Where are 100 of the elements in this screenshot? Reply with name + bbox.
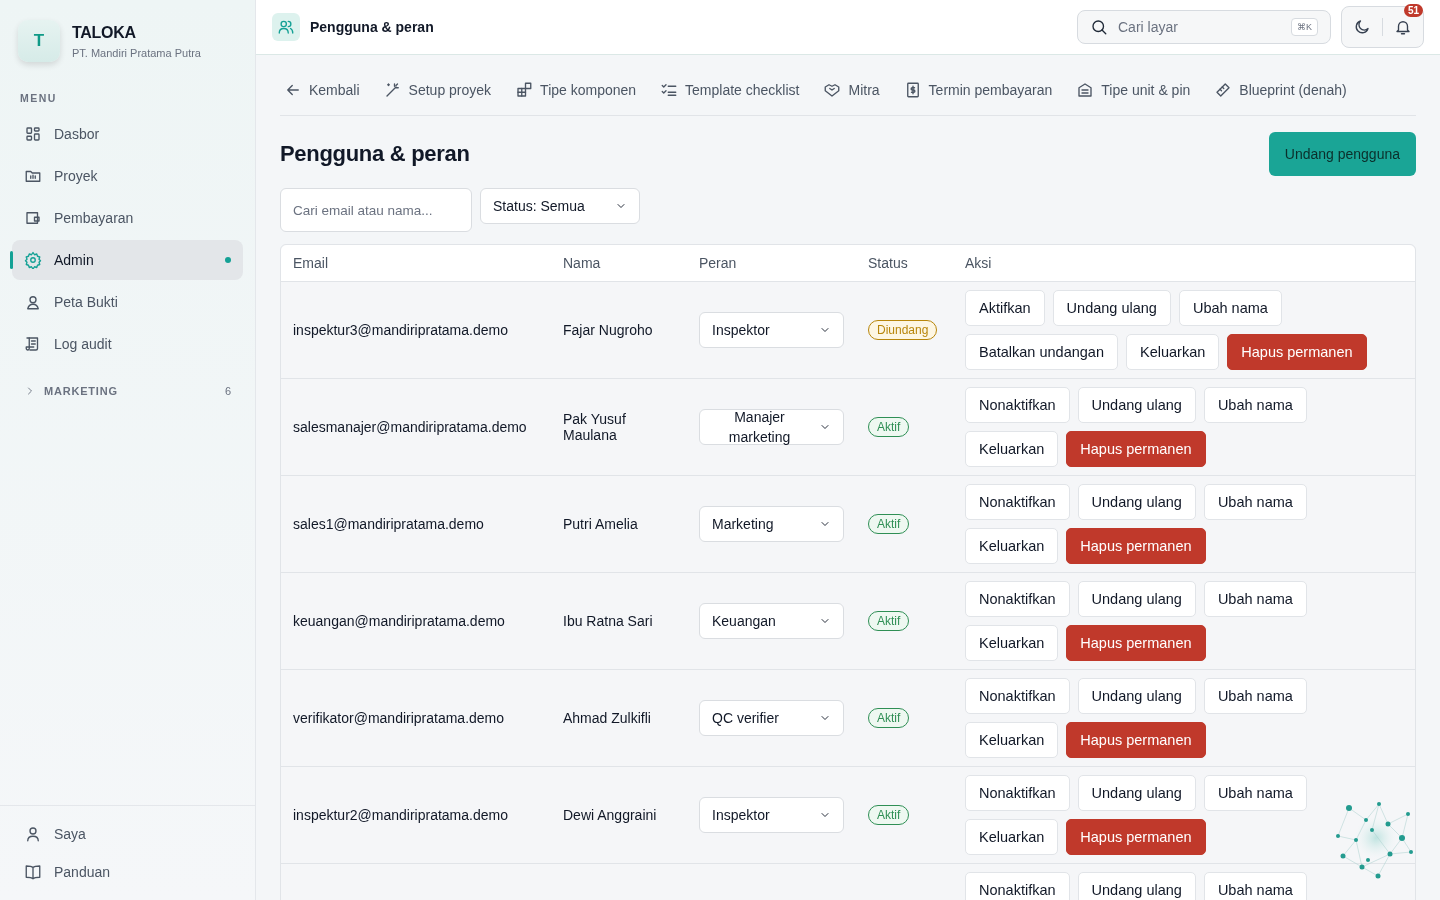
sidebar-item[interactable]: Proyek (12, 156, 243, 196)
delete-button[interactable]: Hapus permanen (1066, 625, 1206, 661)
action-button[interactable]: Keluarkan (965, 431, 1059, 467)
grid-icon (24, 125, 42, 143)
section-label: MENU (19, 91, 58, 106)
role-dropdown[interactable]: Manajer marketing (699, 409, 844, 445)
nav-link[interactable]: Tipe komponen (515, 81, 637, 99)
moon-icon (1353, 18, 1371, 36)
company-name: PT. Mandiri Pratama Putra (72, 46, 201, 59)
action-button[interactable]: Undang ulang (1077, 387, 1196, 423)
action-button[interactable]: Ubah nama (1203, 678, 1307, 714)
status-badge: Aktif (868, 708, 910, 728)
action-button[interactable]: Nonaktifkan (965, 872, 1070, 900)
sidebar-item[interactable]: Log audit (12, 324, 243, 364)
sidebar-item[interactable]: Pembayaran (12, 198, 243, 238)
wallet-icon (24, 209, 42, 227)
action-button[interactable]: Keluarkan (965, 528, 1059, 564)
role-dropdown[interactable]: Keuangan (699, 603, 844, 639)
email-cell: verifikator@mandiripratama.demo (293, 710, 505, 726)
users-glyph-icon (277, 18, 295, 36)
email-cell: inspektur2@mandiripratama.demo (293, 807, 508, 823)
action-button[interactable]: Nonaktifkan (965, 678, 1070, 714)
action-button[interactable]: Batalkan undangan (965, 334, 1118, 370)
sidebar-item[interactable]: Saya (12, 816, 243, 852)
nav-link[interactable]: Kembali (284, 81, 360, 99)
column-header: Email (292, 255, 329, 271)
nav-link[interactable]: Setup proyek (383, 81, 492, 99)
app-logo: T (18, 20, 60, 62)
role-dropdown[interactable]: Marketing (699, 506, 844, 542)
invite-button[interactable]: Undang pengguna (1268, 132, 1416, 176)
action-button[interactable]: Undang ulang (1077, 872, 1196, 900)
sidebar-item[interactable]: Admin (12, 240, 243, 280)
checklist-icon (660, 81, 679, 99)
action-button[interactable]: Ubah nama (1203, 387, 1307, 423)
nav-link[interactable]: Termin pembayaran (903, 81, 1053, 99)
nav-link[interactable]: Mitra (823, 81, 880, 99)
ruler-icon (1214, 81, 1233, 99)
notification-badge: 51 (1403, 4, 1423, 17)
action-button[interactable]: Undang ulang (1077, 775, 1196, 811)
name-cell: Pak Yusuf Maulana (563, 411, 626, 443)
name-cell: Putri Amelia (563, 516, 638, 532)
action-button[interactable]: Ubah nama (1203, 581, 1307, 617)
action-button[interactable]: Keluarkan (965, 625, 1059, 661)
action-button[interactable]: Nonaktifkan (965, 387, 1070, 423)
bell-icon (1394, 18, 1412, 36)
column-header: Nama (562, 255, 602, 271)
brand-name: TALOKA (72, 23, 137, 42)
action-button[interactable]: Undang ulang (1077, 678, 1196, 714)
sidebar-item[interactable]: Dasbor (12, 114, 243, 154)
nav-link[interactable]: Blueprint (denah) (1214, 81, 1347, 99)
blocks-icon (515, 81, 534, 99)
sidebar-item[interactable]: Peta Bukti (12, 282, 243, 322)
action-button[interactable]: Keluarkan (1126, 334, 1220, 370)
status-badge: Aktif (868, 611, 910, 631)
email-cell: sales1@mandiripratama.demo (293, 516, 484, 532)
role-dropdown[interactable]: QC verifier (699, 700, 844, 736)
action-button[interactable]: Undang ulang (1077, 581, 1196, 617)
gear-icon (24, 251, 42, 269)
sidebar-group[interactable]: MARKETING 6 (0, 376, 255, 406)
role-dropdown[interactable]: Inspektor (699, 797, 844, 833)
action-button[interactable]: Ubah nama (1203, 484, 1307, 520)
action-button[interactable]: Ubah nama (1203, 872, 1307, 900)
delete-button[interactable]: Hapus permanen (1066, 722, 1206, 758)
nav-link[interactable]: Tipe unit & pin (1076, 81, 1191, 99)
search-box[interactable]: Cari layar ⌘K (1077, 10, 1331, 44)
delete-button[interactable]: Hapus permanen (1066, 431, 1206, 467)
book-icon (24, 863, 42, 881)
email-cell: salesmanajer@mandiripratama.demo (293, 419, 527, 435)
action-button[interactable]: Ubah nama (1178, 290, 1282, 326)
action-button[interactable]: Nonaktifkan (965, 484, 1070, 520)
person-icon (24, 825, 42, 843)
action-button[interactable]: Keluarkan (965, 819, 1059, 855)
delete-button[interactable]: Hapus permanen (1066, 528, 1206, 564)
status-badge: Aktif (868, 417, 910, 437)
name-cell: Dewi Anggraini (563, 807, 657, 823)
nav-link[interactable]: Template checklist (660, 81, 800, 99)
email-cell: inspektur3@mandiripratama.demo (293, 322, 508, 338)
notification-button[interactable]: 51 (1383, 7, 1423, 47)
delete-button[interactable]: Hapus permanen (1227, 334, 1367, 370)
email-cell: keuangan@mandiripratama.demo (293, 613, 505, 629)
action-button[interactable]: Undang ulang (1077, 484, 1196, 520)
search-field[interactable]: Cari email atau nama... (280, 188, 472, 232)
column-header: Status (867, 255, 909, 271)
delete-button[interactable]: Hapus permanen (1066, 819, 1206, 855)
status-badge: Aktif (868, 805, 910, 825)
role-dropdown[interactable]: Inspektor (699, 312, 844, 348)
search-icon (1090, 18, 1108, 36)
action-button[interactable]: Aktifkan (965, 290, 1045, 326)
column-header: Aksi (964, 255, 993, 271)
action-button[interactable]: Nonaktifkan (965, 581, 1070, 617)
search-field[interactable]: Cari layar (1116, 18, 1283, 36)
action-button[interactable]: Ubah nama (1203, 775, 1307, 811)
status-dropdown[interactable]: Status: Semua (480, 188, 640, 224)
building-icon (1076, 81, 1095, 99)
action-button[interactable]: Undang ulang (1052, 290, 1171, 326)
action-button[interactable]: Keluarkan (965, 722, 1059, 758)
action-button[interactable]: Nonaktifkan (965, 775, 1070, 811)
sidebar-item[interactable]: Panduan (12, 854, 243, 890)
column-header: Peran (698, 255, 738, 271)
page-heading: Pengguna & peran (280, 141, 470, 167)
